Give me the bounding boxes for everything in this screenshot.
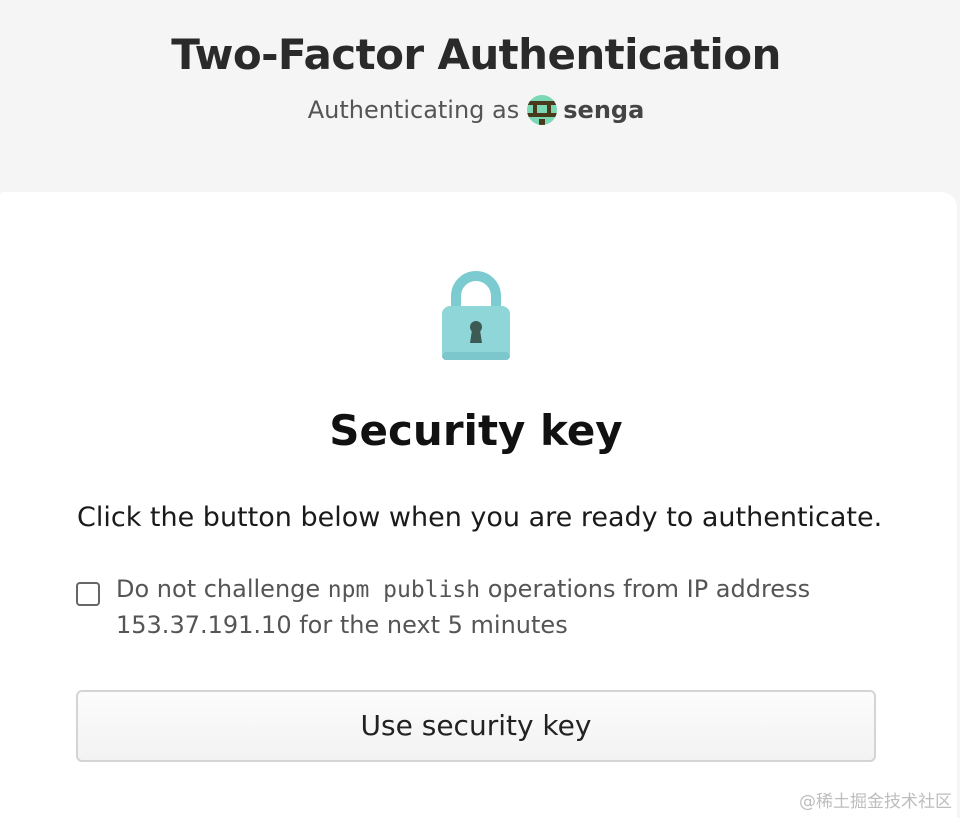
- page: Two-Factor Authentication Authenticating…: [0, 0, 960, 818]
- page-title: Two-Factor Authentication: [171, 30, 781, 79]
- card-title: Security key: [329, 406, 623, 455]
- skip-challenge-label[interactable]: Do not challenge npm publish operations …: [116, 572, 856, 643]
- username: senga: [563, 96, 645, 124]
- authenticating-as: Authenticating as senga: [0, 95, 952, 125]
- instruction-text: Click the button below when you are read…: [77, 502, 883, 533]
- skip-challenge-checkbox[interactable]: [76, 582, 100, 606]
- use-security-key-button[interactable]: Use security key: [76, 690, 876, 762]
- subtitle-prefix: Authenticating as: [307, 96, 520, 124]
- watermark: @稀土掘金技术社区: [799, 792, 952, 812]
- avatar: [527, 95, 558, 125]
- security-key-card: Security key Click the button below when…: [0, 192, 957, 818]
- lock-icon: [442, 271, 510, 360]
- page-header: Two-Factor Authentication Authenticating…: [0, 0, 952, 190]
- label-text-before: Do not challenge: [116, 575, 321, 603]
- avatar-identicon: [527, 95, 558, 125]
- npm-command: npm publish: [327, 577, 481, 603]
